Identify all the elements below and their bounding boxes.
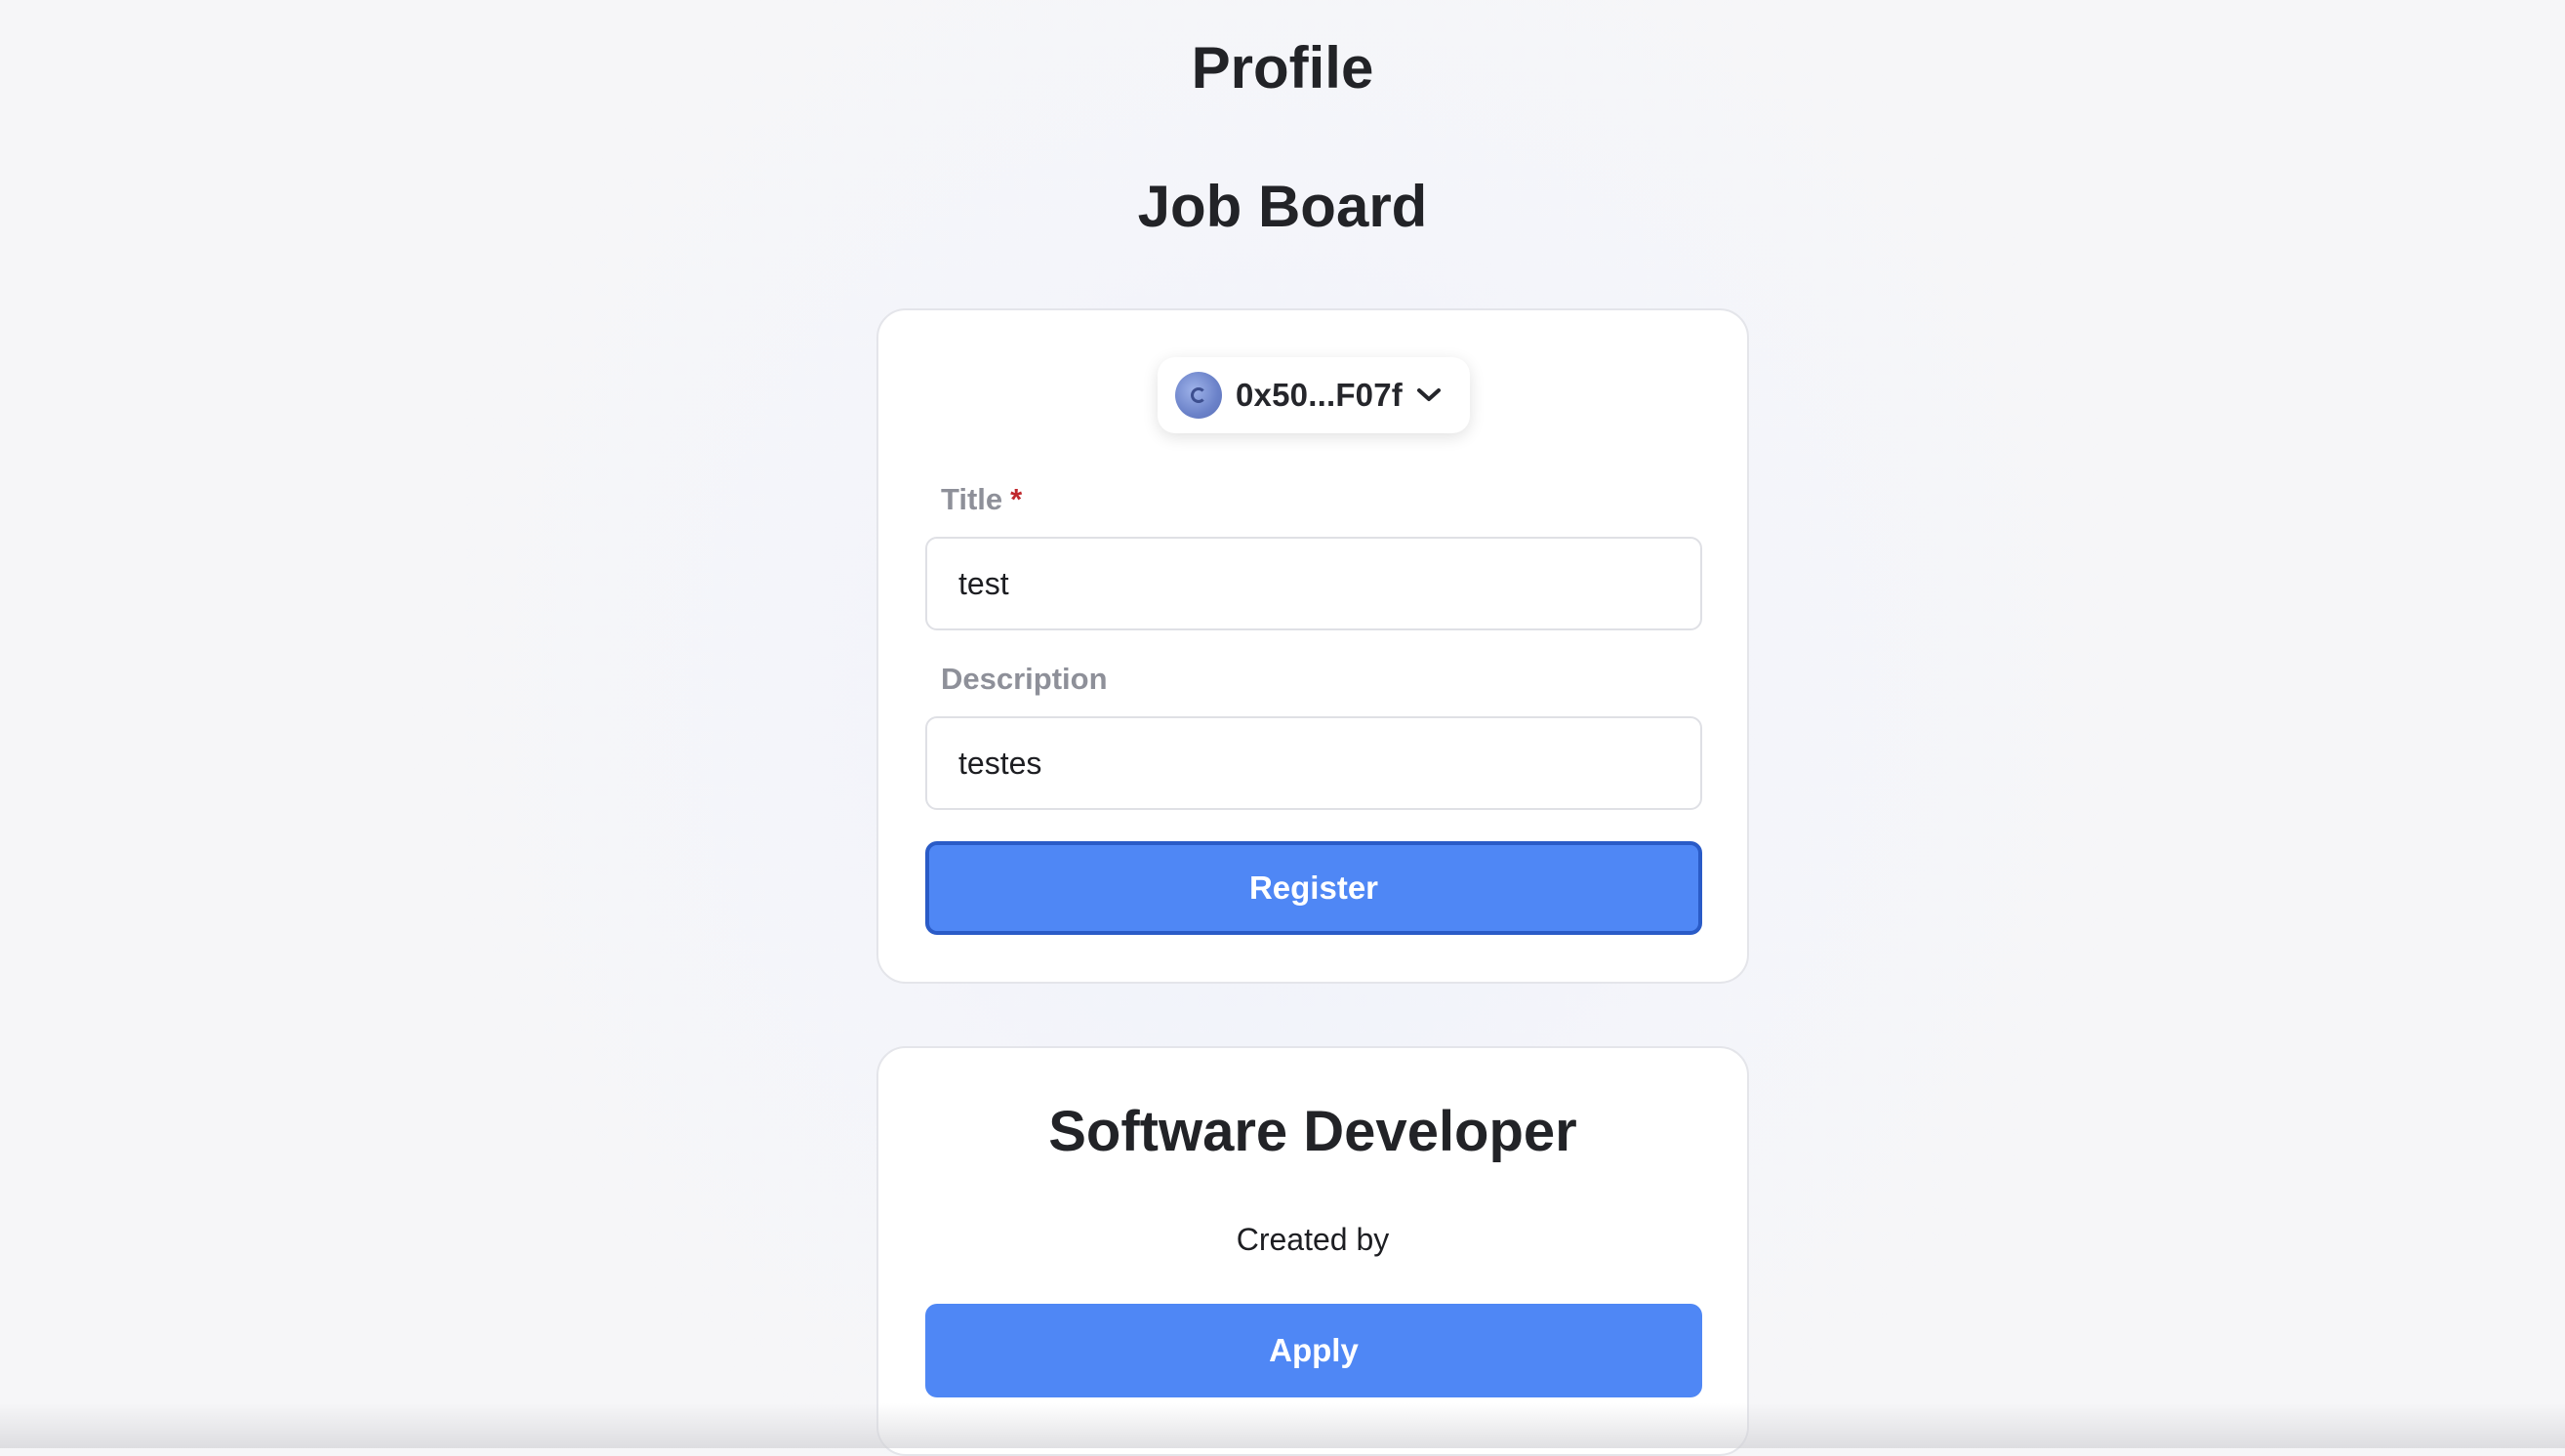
wallet-account-button[interactable]: 0x50...F07f bbox=[1158, 357, 1470, 433]
apply-button[interactable]: Apply bbox=[925, 1304, 1702, 1397]
job-card: Software Developer Created by Apply bbox=[876, 1046, 1749, 1456]
title-label: Title * bbox=[941, 482, 1022, 517]
description-label: Description bbox=[941, 662, 1108, 696]
job-board-title: Job Board bbox=[1137, 174, 1428, 239]
job-title: Software Developer bbox=[1048, 1100, 1577, 1163]
required-indicator: * bbox=[1010, 482, 1023, 516]
wallet-avatar-icon bbox=[1175, 372, 1222, 419]
register-job-card: 0x50...F07f Title* Description Register bbox=[876, 308, 1749, 984]
chevron-down-icon bbox=[1416, 383, 1442, 408]
description-input[interactable] bbox=[925, 716, 1702, 810]
title-label-text: Title bbox=[941, 482, 1003, 516]
wallet-address: 0x50...F07f bbox=[1236, 377, 1403, 413]
register-button[interactable]: Register bbox=[925, 841, 1702, 935]
title-input[interactable] bbox=[925, 537, 1702, 630]
profile-title: Profile bbox=[1191, 35, 1374, 101]
created-by-text: Created by bbox=[1236, 1222, 1390, 1257]
